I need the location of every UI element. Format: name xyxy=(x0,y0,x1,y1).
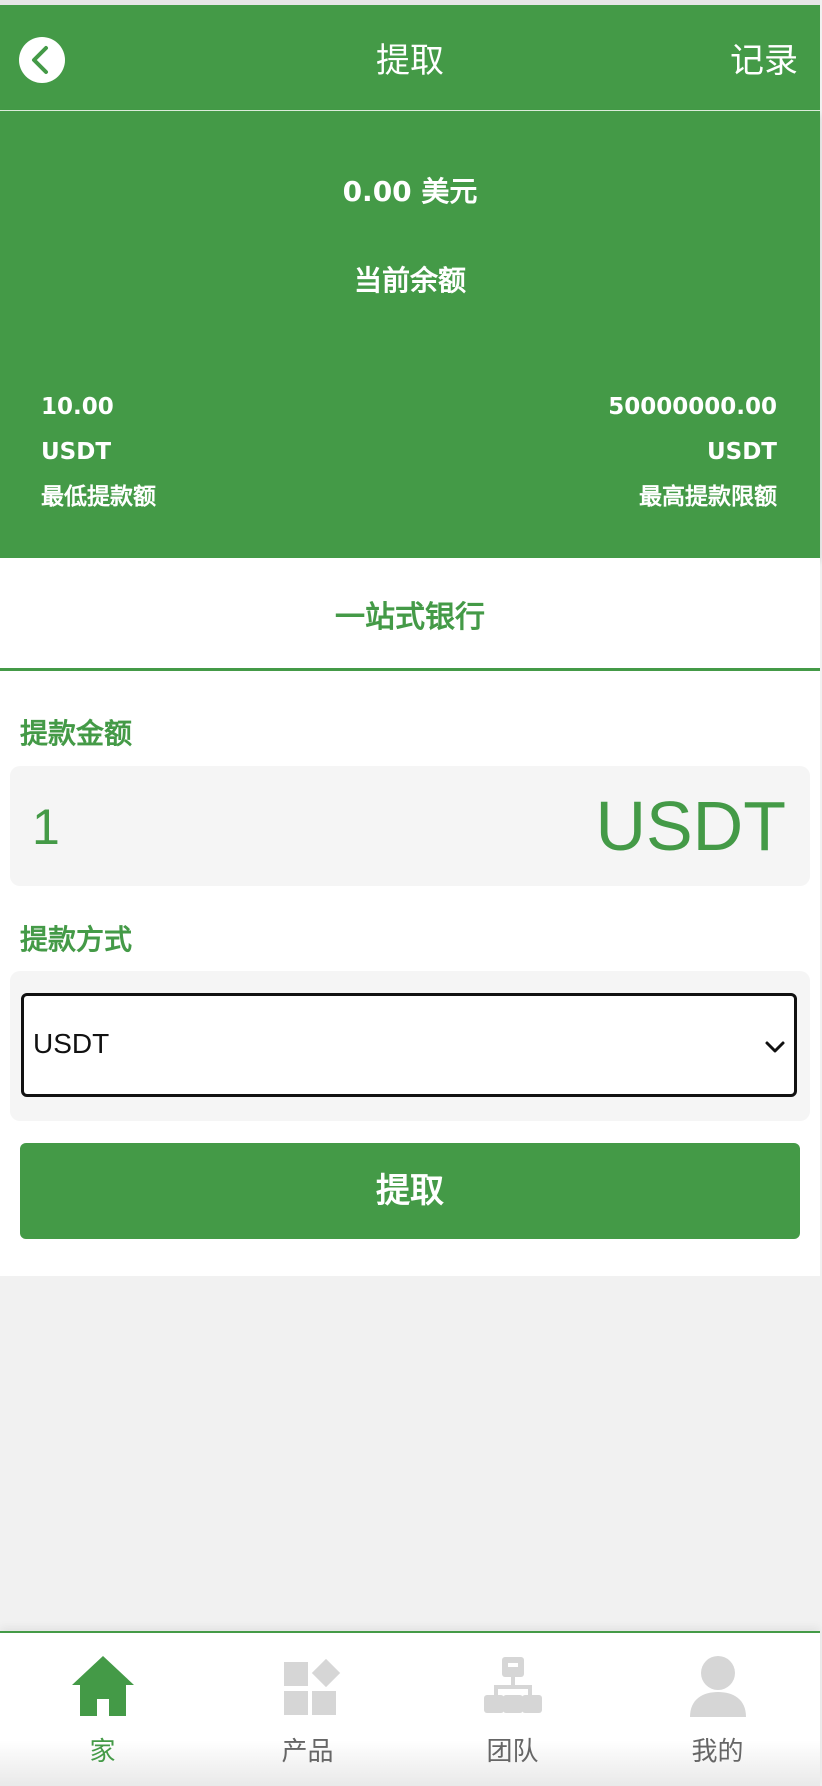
balance-amount: 0.00 美元 xyxy=(342,175,478,208)
tab-one-stop-bank[interactable]: 一站式银行 xyxy=(0,558,820,671)
nav-item-mine[interactable]: 我的 xyxy=(615,1633,820,1786)
min-withdrawal-label: 最低提款额 xyxy=(41,484,156,510)
min-withdrawal-value: 10.00 xyxy=(41,394,114,420)
user-icon xyxy=(690,1656,746,1717)
nav-label-products: 产品 xyxy=(281,1737,334,1767)
min-withdrawal-unit: USDT xyxy=(41,439,112,465)
withdraw-page: 提取 记录 0.00 美元 当前余额 10.00 USDT 最低提款额 5000… xyxy=(0,0,822,1786)
max-withdrawal-unit: USDT xyxy=(706,439,777,465)
method-label: 提款方式 xyxy=(20,923,133,956)
nav-item-team[interactable]: 团队 xyxy=(410,1633,615,1786)
chevron-down-icon xyxy=(765,1041,785,1053)
method-selected-value: USDT xyxy=(33,1028,110,1059)
nav-label-team: 团队 xyxy=(486,1737,539,1767)
products-grid-icon xyxy=(284,1658,341,1715)
withdraw-form: 提款金额 USDT 提款方式 USDT 提取 xyxy=(0,671,820,1276)
nav-label-mine: 我的 xyxy=(691,1737,744,1767)
amount-input[interactable] xyxy=(32,792,332,862)
nav-item-products[interactable]: 产品 xyxy=(205,1633,410,1786)
team-hierarchy-icon xyxy=(484,1657,542,1713)
balance-label: 当前余额 xyxy=(353,264,466,297)
max-withdrawal: 50000000.00 USDT 最高提款限额 xyxy=(608,385,777,520)
bottom-nav: 家 产品 团队 我的 xyxy=(0,1631,820,1786)
app-header: 提取 记录 xyxy=(0,0,820,111)
method-field: USDT xyxy=(10,971,810,1121)
home-icon xyxy=(72,1656,134,1716)
max-withdrawal-label: 最高提款限额 xyxy=(639,484,777,510)
balance-card: 0.00 美元 当前余额 10.00 USDT 最低提款额 50000000.0… xyxy=(0,111,820,558)
page-title: 提取 xyxy=(376,41,444,81)
nav-item-home[interactable]: 家 xyxy=(0,1633,205,1786)
tab-label: 一站式银行 xyxy=(335,600,485,635)
nav-label-home: 家 xyxy=(89,1737,116,1767)
method-select[interactable]: USDT xyxy=(21,993,797,1097)
amount-unit: USDT xyxy=(595,787,786,865)
record-link[interactable]: 记录 xyxy=(730,39,798,83)
min-withdrawal: 10.00 USDT 最低提款额 xyxy=(41,385,156,520)
withdraw-button[interactable]: 提取 xyxy=(20,1143,800,1239)
amount-label: 提款金额 xyxy=(20,717,133,750)
max-withdrawal-value: 50000000.00 xyxy=(608,394,777,420)
amount-field: USDT xyxy=(10,766,810,886)
